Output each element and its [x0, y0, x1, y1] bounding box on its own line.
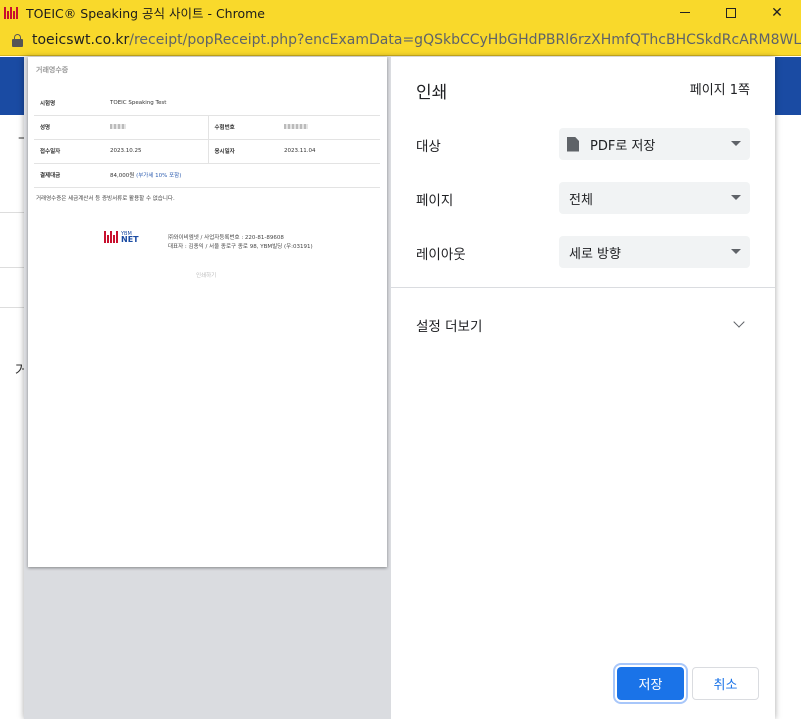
pages-label: 페이지	[416, 193, 454, 209]
table-row: 시험명 TOEIC Speaking Test	[34, 91, 380, 116]
maximize-button[interactable]	[708, 0, 754, 25]
ybm-net-logo: YBM NET	[104, 231, 139, 244]
bottom-strip	[0, 719, 801, 727]
ybm-logo-icon	[104, 231, 118, 243]
minimize-icon	[680, 12, 690, 13]
row-label: 접수일자	[34, 139, 104, 164]
row-label: 결제대금	[34, 163, 104, 188]
pages-select[interactable]: 전체	[559, 182, 750, 214]
dropdown-arrow-icon	[731, 141, 741, 146]
dropdown-arrow-icon	[731, 249, 741, 254]
print-dialog: 거래영수증 시험명 TOEIC Speaking Test 성명 수험번호 접수…	[24, 57, 775, 719]
title-bar: TOEIC® Speaking 공식 사이트 - Chrome ✕	[0, 0, 801, 25]
background-right-strip	[782, 57, 801, 727]
cancel-button[interactable]: 취소	[692, 667, 759, 700]
more-settings-toggle[interactable]: 설정 더보기	[416, 315, 482, 335]
preview-page: 거래영수증 시험명 TOEIC Speaking Test 성명 수험번호 접수…	[28, 57, 387, 567]
chevron-down-icon[interactable]	[733, 316, 745, 328]
table-row: 접수일자 2023.10.25 응시일자 2023.11.04	[34, 139, 380, 164]
layout-value: 세로 방향	[569, 246, 621, 262]
pages-value: 전체	[569, 192, 593, 208]
close-button[interactable]: ✕	[754, 0, 800, 25]
save-button[interactable]: 저장	[617, 667, 684, 700]
dropdown-arrow-icon	[731, 195, 741, 200]
divider	[0, 212, 25, 213]
receipt-table: 시험명 TOEIC Speaking Test 성명 수험번호 접수일자 202…	[34, 91, 380, 188]
settings-divider	[391, 287, 775, 288]
divider	[0, 307, 25, 308]
redacted-name	[104, 115, 208, 140]
document-icon	[567, 136, 579, 152]
receipt-title: 거래영수증	[36, 66, 69, 74]
table-row: 결제대금 84,000원 (부가세 10% 포함)	[34, 163, 380, 188]
company-info: ㈜와이비엠넷 / 사업자등록번호 : 220-81-89608	[168, 235, 284, 241]
print-link: 인쇄하기	[196, 273, 217, 279]
window-title: TOEIC® Speaking 공식 사이트 - Chrome	[26, 6, 265, 21]
print-title: 인쇄	[416, 83, 448, 103]
site-favicon-icon	[4, 6, 20, 19]
vat-note: (부가세 10% 포함)	[136, 173, 182, 179]
row-label: 성명	[34, 115, 104, 140]
row-value: 2023.11.04	[278, 139, 380, 164]
url-text[interactable]: toeicswt.co.kr/receipt/popReceipt.php?en…	[32, 32, 801, 48]
receipt-notice: 거래영수증은 세금계산서 등 증빙서류로 활용할 수 없습니다.	[36, 196, 175, 202]
table-row: 성명 수험번호	[34, 115, 380, 140]
destination-select[interactable]: PDF로 저장	[559, 128, 750, 160]
row-label: 응시일자	[207, 139, 278, 164]
url-path: /receipt/popReceipt.php?encExamData=gQSk…	[129, 32, 801, 48]
close-icon: ✕	[771, 4, 783, 21]
lock-icon[interactable]	[12, 33, 23, 47]
print-preview-area[interactable]: 거래영수증 시험명 TOEIC Speaking Test 성명 수험번호 접수…	[24, 57, 391, 719]
destination-label: 대상	[416, 139, 441, 155]
url-host: toeicswt.co.kr	[31, 32, 130, 48]
layout-select[interactable]: 세로 방향	[559, 236, 750, 268]
address-bar[interactable]: toeicswt.co.kr/receipt/popReceipt.php?en…	[0, 25, 801, 56]
destination-value: PDF로 저장	[590, 138, 656, 154]
divider	[0, 267, 25, 268]
print-settings-panel: 인쇄 페이지 1쪽 대상 PDF로 저장 페이지 전체 레이아웃 세로 방향 설…	[391, 57, 775, 719]
row-value: 2023.10.25	[104, 139, 208, 164]
maximize-icon	[726, 7, 736, 18]
row-value: 84,000원 (부가세 10% 포함)	[104, 163, 380, 188]
minimize-button[interactable]	[662, 0, 708, 25]
page-count: 페이지 1쪽	[689, 83, 750, 98]
layout-label: 레이아웃	[416, 247, 466, 263]
row-value: TOEIC Speaking Test	[104, 91, 380, 116]
company-address: 대표자 : 김종익 / 서울 종로구 종로 98, YBM빌딩 (우:03191…	[168, 244, 313, 250]
redacted-number	[278, 115, 380, 140]
row-label: 시험명	[34, 91, 104, 116]
row-label: 수험번호	[207, 115, 278, 140]
